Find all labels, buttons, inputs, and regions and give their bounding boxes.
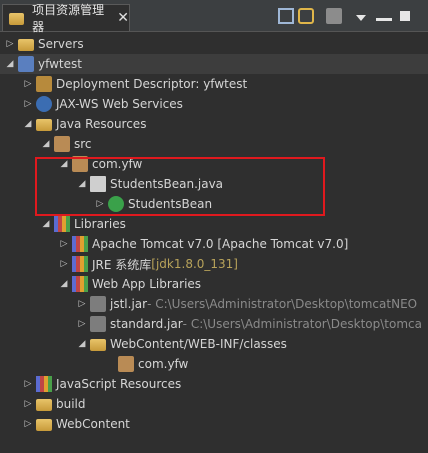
tree-item-label: Deployment Descriptor: yfwtest bbox=[56, 77, 248, 91]
tree-item-decoration: - C:\Users\Administrator\Desktop\tomcatN… bbox=[147, 297, 418, 311]
tree-item[interactable]: ▷ JAX-WS Web Services bbox=[22, 94, 183, 114]
tree-item-label: src bbox=[74, 137, 92, 151]
tree-item[interactable]: ◢ Java Resources bbox=[22, 114, 146, 134]
close-icon[interactable]: ✕ bbox=[117, 10, 129, 26]
tree-item-label: Apache Tomcat v7.0 [Apache Tomcat v7.0] bbox=[92, 237, 349, 251]
expand-arrow-icon[interactable]: ▷ bbox=[58, 239, 70, 249]
folder-icon bbox=[90, 339, 106, 351]
folder-icon bbox=[36, 399, 52, 411]
tree-item-label: WebContent bbox=[56, 417, 130, 431]
jar-icon bbox=[90, 296, 106, 312]
expand-arrow-icon[interactable]: ▷ bbox=[4, 39, 16, 49]
collapse-arrow-icon[interactable]: ◢ bbox=[40, 139, 52, 149]
project-explorer-icon bbox=[9, 13, 25, 25]
tree-item-label: JRE 系统库 bbox=[92, 257, 152, 272]
tree-item[interactable]: ◢ Libraries bbox=[40, 214, 126, 234]
tree-item[interactable]: ◢ Web App Libraries bbox=[58, 274, 201, 294]
tree-item-label: jstl.jar bbox=[110, 297, 148, 311]
expand-arrow-icon[interactable]: ▷ bbox=[22, 99, 34, 109]
folder-icon bbox=[36, 419, 52, 431]
expand-arrow-icon[interactable]: ▷ bbox=[22, 399, 34, 409]
tree-item-label: WebContent/WEB-INF/classes bbox=[110, 337, 287, 351]
collapse-arrow-icon[interactable]: ◢ bbox=[22, 119, 34, 129]
expand-arrow-icon[interactable]: ▷ bbox=[58, 259, 70, 269]
tree-item-label: com.yfw bbox=[138, 357, 189, 371]
expand-arrow-icon[interactable]: ▷ bbox=[22, 79, 34, 89]
tree-item[interactable]: ◢ WebContent/WEB-INF/classes bbox=[76, 334, 287, 354]
pkg-icon bbox=[54, 136, 70, 152]
expand-arrow-icon[interactable]: ▷ bbox=[76, 299, 88, 309]
tree-item-decoration: [jdk1.8.0_131] bbox=[151, 257, 238, 271]
tree-item[interactable]: ▷ Deployment Descriptor: yfwtest bbox=[22, 74, 247, 94]
dd-icon bbox=[36, 76, 52, 92]
tree-item-decoration: - C:\Users\Administrator\Desktop\tomca bbox=[182, 317, 422, 331]
tree-item-label: Java Resources bbox=[56, 117, 147, 131]
folder-icon bbox=[18, 39, 34, 51]
lib-icon bbox=[54, 216, 70, 232]
tree-item[interactable]: ◢ yfwtest bbox=[4, 54, 82, 74]
tab-project-explorer[interactable]: 项目资源管理器 ✕ bbox=[2, 3, 130, 34]
tree-item[interactable]: ▷ JavaScript Resources bbox=[22, 374, 181, 394]
collapse-arrow-icon[interactable]: ◢ bbox=[4, 59, 16, 69]
collapse-arrow-icon[interactable]: ◢ bbox=[76, 339, 88, 349]
tree-item-label: Web App Libraries bbox=[92, 277, 202, 291]
tree-item[interactable]: ▷ Apache Tomcat v7.0 [Apache Tomcat v7.0] bbox=[58, 234, 348, 254]
web-icon bbox=[36, 96, 52, 112]
collapse-arrow-icon[interactable]: ◢ bbox=[58, 279, 70, 289]
tree-item[interactable]: ▷ standard.jar - C:\Users\Administrator\D… bbox=[76, 314, 422, 334]
tree-item[interactable]: ▷ WebContent bbox=[22, 414, 130, 434]
lib-icon bbox=[36, 376, 52, 392]
tree-item[interactable]: ▷ Servers bbox=[4, 34, 84, 54]
lib-icon bbox=[72, 276, 88, 292]
view-menu-icon[interactable] bbox=[356, 15, 366, 21]
folder-icon bbox=[36, 119, 52, 131]
expand-arrow-icon[interactable]: ▷ bbox=[22, 419, 34, 429]
tree-item-label: build bbox=[56, 397, 86, 411]
tree-item-label: JAX-WS Web Services bbox=[56, 97, 183, 111]
tree-item-label: Libraries bbox=[74, 217, 126, 231]
tree-item-label: Servers bbox=[38, 37, 84, 51]
project-icon bbox=[18, 56, 34, 72]
tab-title: 项目资源管理器 bbox=[32, 3, 105, 34]
tree-item[interactable]: com.yfw bbox=[104, 354, 188, 374]
expand-arrow-icon[interactable]: ▷ bbox=[22, 379, 34, 389]
maximize-icon[interactable] bbox=[400, 11, 410, 21]
filter-icon[interactable] bbox=[326, 8, 342, 24]
link-editor-icon[interactable] bbox=[298, 8, 314, 24]
minimize-icon[interactable] bbox=[376, 17, 392, 21]
jar-icon bbox=[90, 316, 106, 332]
pkg-icon bbox=[118, 356, 134, 372]
collapse-all-icon[interactable] bbox=[278, 8, 294, 24]
view-toolbar bbox=[278, 8, 414, 24]
tree-item-label: standard.jar bbox=[110, 317, 183, 331]
collapse-arrow-icon[interactable]: ◢ bbox=[40, 219, 52, 229]
tree-item[interactable]: ▷ JRE 系统库 [jdk1.8.0_131] bbox=[58, 254, 238, 274]
red-annotation-box bbox=[35, 157, 325, 216]
view-tab-bar: 项目资源管理器 ✕ bbox=[0, 0, 428, 34]
expand-arrow-icon[interactable]: ▷ bbox=[76, 319, 88, 329]
lib-icon bbox=[72, 236, 88, 252]
tree-item[interactable]: ▷ jstl.jar - C:\Users\Administrator\Deskt… bbox=[76, 294, 417, 314]
tree-item-label: yfwtest bbox=[38, 57, 82, 71]
lib-icon bbox=[72, 256, 88, 272]
tree-item[interactable]: ▷ build bbox=[22, 394, 86, 414]
tree-item[interactable]: ◢ src bbox=[40, 134, 92, 154]
tree-item-label: JavaScript Resources bbox=[56, 377, 182, 391]
